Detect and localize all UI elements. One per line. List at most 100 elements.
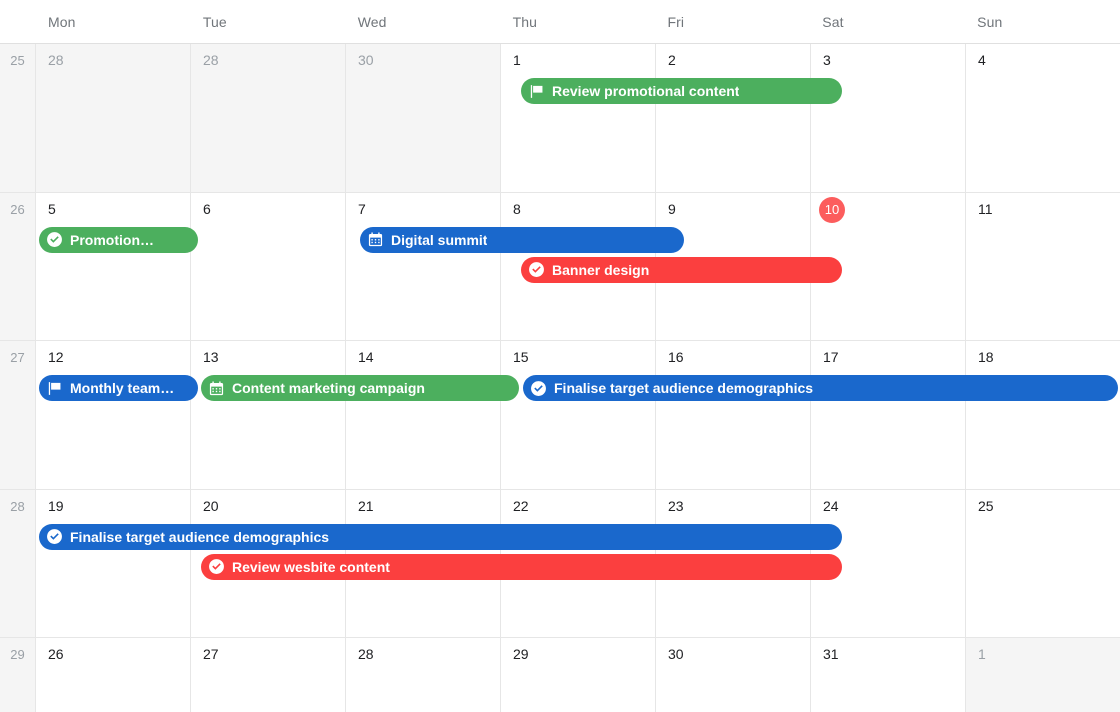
day-cell[interactable]: 26	[36, 638, 191, 712]
weekday-header-sun: Sun	[977, 13, 1003, 30]
day-cell[interactable]: 7	[346, 192, 501, 341]
day-number[interactable]: 7	[358, 201, 366, 217]
day-number[interactable]: 20	[203, 498, 219, 514]
calendar-event-bar[interactable]: Finalise target audience demographics	[523, 375, 1118, 402]
day-cell[interactable]: 5	[36, 192, 191, 341]
day-number[interactable]: 1	[513, 52, 521, 68]
day-cell[interactable]: 1	[966, 638, 1120, 712]
calendar-event-bar[interactable]: Digital summit	[360, 226, 684, 253]
calendar-event-bar[interactable]: Finalise target audience demographics	[39, 523, 842, 550]
week-number-cell[interactable]: 29	[0, 638, 36, 712]
day-number[interactable]: 9	[668, 201, 676, 217]
day-number[interactable]: 25	[978, 498, 994, 514]
calendar-event-bar[interactable]: Review wesbite content	[201, 553, 842, 580]
weekday-header-mon: Mon	[48, 13, 76, 30]
calendar-week-row: 27 12 13 14 15 16 17 18	[0, 341, 1120, 490]
calendar-event-label: Digital summit	[391, 231, 488, 248]
calendar-grid: 25 28 28 30 1 2 3 4 26 5 6 7 8 9 10 11 27 12 13 14 15 16 17 18 2…	[0, 44, 1120, 712]
calendar-event-bar[interactable]: Content marketing campaign	[201, 375, 519, 402]
calendar-event-label: Review promotional content	[552, 83, 740, 99]
calendar-icon	[208, 380, 225, 397]
calendar-event-bar[interactable]: Monthly team…	[39, 375, 198, 402]
day-number[interactable]: 5	[48, 201, 56, 217]
day-number[interactable]: 27	[203, 646, 219, 662]
today-date-badge[interactable]: 10	[819, 196, 845, 223]
calendar-event-label: Content marketing campaign	[232, 380, 425, 397]
day-cell[interactable]: 3	[811, 44, 966, 192]
day-cell[interactable]: 15	[501, 341, 656, 489]
check-circle-icon	[46, 231, 63, 248]
weekday-header-tue: Tue	[202, 13, 227, 30]
day-cell[interactable]: 19	[36, 489, 191, 638]
day-number[interactable]: 26	[48, 646, 64, 662]
day-number[interactable]: 13	[203, 349, 219, 365]
day-number[interactable]: 28	[203, 52, 219, 68]
week-number-cell[interactable]: 28	[0, 489, 36, 638]
day-number[interactable]: 28	[48, 52, 64, 68]
check-circle-icon	[530, 380, 547, 397]
day-number[interactable]: 3	[823, 52, 831, 68]
day-cell[interactable]: 31	[811, 638, 966, 712]
day-number[interactable]: 29	[513, 646, 529, 662]
day-cell[interactable]: 28	[346, 638, 501, 712]
calendar-event-bar[interactable]: Review promotional content	[521, 78, 842, 104]
day-number[interactable]: 31	[823, 646, 839, 662]
day-number[interactable]: 30	[668, 646, 684, 662]
day-cell[interactable]: 2	[656, 44, 811, 192]
day-number[interactable]: 30	[358, 52, 374, 68]
week-number-cell[interactable]: 26	[0, 192, 36, 341]
day-cell[interactable]: 30	[656, 638, 811, 712]
day-number[interactable]: 1	[978, 646, 986, 662]
day-cell[interactable]: 28	[36, 44, 191, 192]
day-cell[interactable]: 16	[656, 341, 811, 489]
calendar-event-label: Banner design	[552, 261, 650, 278]
day-cell[interactable]: 30	[346, 44, 501, 192]
day-number[interactable]: 22	[513, 498, 529, 514]
day-cell[interactable]: 12	[36, 341, 191, 489]
day-number[interactable]: 28	[358, 646, 374, 662]
day-cell[interactable]: 13	[191, 341, 346, 489]
day-number[interactable]: 17	[823, 349, 839, 365]
day-number[interactable]: 18	[978, 349, 994, 365]
day-cell[interactable]: 11	[966, 192, 1120, 341]
day-cell[interactable]: 27	[191, 638, 346, 712]
calendar-week-row: 29 26 27 28 29 30 31 1	[0, 638, 1120, 712]
calendar-icon	[367, 231, 384, 248]
day-number[interactable]: 24	[823, 498, 839, 514]
day-number[interactable]: 11	[978, 201, 993, 217]
calendar-event-label: Review wesbite content	[232, 558, 390, 575]
calendar-week-row: 25 28 28 30 1 2 3 4	[0, 44, 1120, 193]
day-number[interactable]: 2	[668, 52, 676, 68]
check-circle-icon	[208, 558, 225, 575]
day-number[interactable]: 23	[668, 498, 684, 514]
day-number[interactable]: 16	[668, 349, 684, 365]
day-cell[interactable]: 14	[346, 341, 501, 489]
day-cell[interactable]: 18	[966, 341, 1120, 489]
day-cell[interactable]: 25	[966, 489, 1120, 638]
day-cell[interactable]: 1	[501, 44, 656, 192]
calendar-event-label: Monthly team…	[70, 380, 175, 397]
check-circle-icon	[528, 261, 545, 278]
day-cell[interactable]: 6	[191, 192, 346, 341]
weekday-header-sat: Sat	[822, 13, 844, 30]
calendar-month-view: Mon Tue Wed Thu Fri Sat Sun 25 28 28 30 1 2 3 4…	[0, 0, 1120, 712]
day-cell[interactable]: 4	[966, 44, 1120, 192]
day-cell[interactable]: 17	[811, 341, 966, 489]
day-number[interactable]: 14	[358, 349, 374, 365]
week-number-cell[interactable]: 27	[0, 341, 36, 489]
day-cell[interactable]: 29	[501, 638, 656, 712]
flag-icon	[46, 380, 63, 397]
day-number[interactable]: 6	[203, 201, 211, 217]
week-number-gutter-header	[0, 0, 36, 43]
week-number-cell[interactable]: 25	[0, 44, 36, 192]
calendar-event-bar[interactable]: Banner design	[521, 256, 842, 283]
calendar-event-bar[interactable]: Promotion…	[39, 226, 198, 253]
calendar-event-label: Finalise target audience demographics	[70, 528, 330, 545]
day-number[interactable]: 21	[358, 498, 374, 514]
day-number[interactable]: 19	[48, 498, 64, 514]
day-number[interactable]: 8	[513, 201, 521, 217]
day-number[interactable]: 4	[978, 52, 986, 68]
day-number[interactable]: 12	[48, 349, 64, 365]
day-number[interactable]: 15	[513, 349, 529, 365]
day-cell[interactable]: 28	[191, 44, 346, 192]
